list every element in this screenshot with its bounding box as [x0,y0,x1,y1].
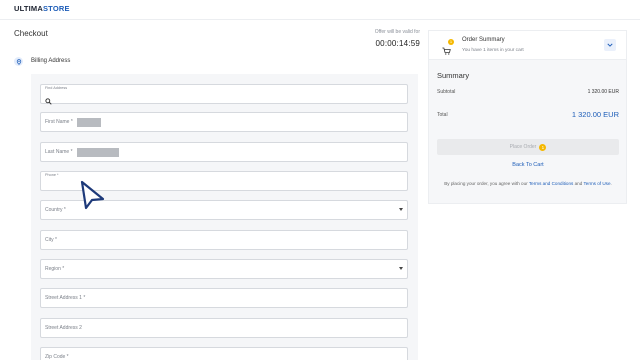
legal-suffix: . [610,181,612,186]
legal-and: and [573,181,584,186]
store-logo[interactable]: ULTIMASTORE [14,4,70,13]
terms-of-use-link[interactable]: Terms of Use [583,181,610,186]
redacted-value [77,118,101,127]
terms-and-conditions-link[interactable]: Terms and Conditions [529,181,573,186]
place-order-button[interactable]: Place Order 1 [437,139,619,155]
zip-code-label: Zip Code * [45,354,69,360]
logo-prefix: ULTIMA [14,4,43,13]
logo-suffix: STORE [42,4,70,13]
order-summary-subtitle: You have 1 items in your cart [462,48,524,53]
street-address-2-input[interactable]: Street Address 2 [40,318,408,338]
find-address-label: Find Address [45,86,68,90]
chevron-down-icon [607,43,613,47]
top-bar: ULTIMASTORE [0,0,640,20]
order-summary-panel: 1 Order Summary You have 1 items in your… [428,30,627,204]
back-to-cart-link[interactable]: Back To Cart [437,162,619,168]
place-order-label: Place Order [509,144,537,150]
chevron-down-icon [399,208,403,211]
region-select[interactable]: Region * [40,259,408,279]
subtotal-label: Subtotal [437,89,456,95]
last-name-input[interactable]: Last Name * [40,142,408,162]
subtotal-value: 1 320.00 EUR [587,89,619,95]
zip-code-input[interactable]: Zip Code * [40,347,408,360]
city-input[interactable]: City * [40,230,408,250]
street-address-2-label: Street Address 2 [45,325,82,331]
city-label: City * [45,237,57,243]
legal-notice: By placing your order, you agree with ou… [437,181,619,188]
billing-address-title: Billing Address [31,58,71,64]
chevron-down-icon [399,267,403,270]
location-pin-icon [14,57,23,66]
first-name-label: First Name * [45,119,73,125]
offer-label: Offer will be valid for [374,29,420,35]
offer-timer: 00:00:14:59 [375,39,420,48]
expand-summary-button[interactable] [604,39,616,51]
page-title: Checkout [14,29,48,38]
phone-label: Phone * [45,173,59,177]
summary-title: Summary [437,71,470,80]
first-name-input[interactable]: First Name * [40,112,408,132]
street-address-1-label: Street Address 1 * [45,295,86,301]
country-label: Country * [45,207,66,213]
redacted-value [77,148,119,157]
total-value: 1 320.00 EUR [571,110,619,119]
region-label: Region * [45,266,65,272]
search-icon [45,92,52,110]
order-summary-header[interactable]: 1 Order Summary You have 1 items in your… [429,31,626,60]
order-summary-title: Order Summary [462,37,505,43]
total-label: Total [437,112,448,118]
cart-count-badge: 1 [448,39,454,45]
last-name-label: Last Name * [45,149,73,155]
street-address-1-input[interactable]: Street Address 1 * [40,288,408,308]
find-address-input[interactable]: Find Address [40,84,408,105]
mouse-cursor-icon [80,180,106,217]
place-order-badge: 1 [539,143,547,151]
legal-prefix: By placing your order, you agree with ou… [444,181,529,186]
